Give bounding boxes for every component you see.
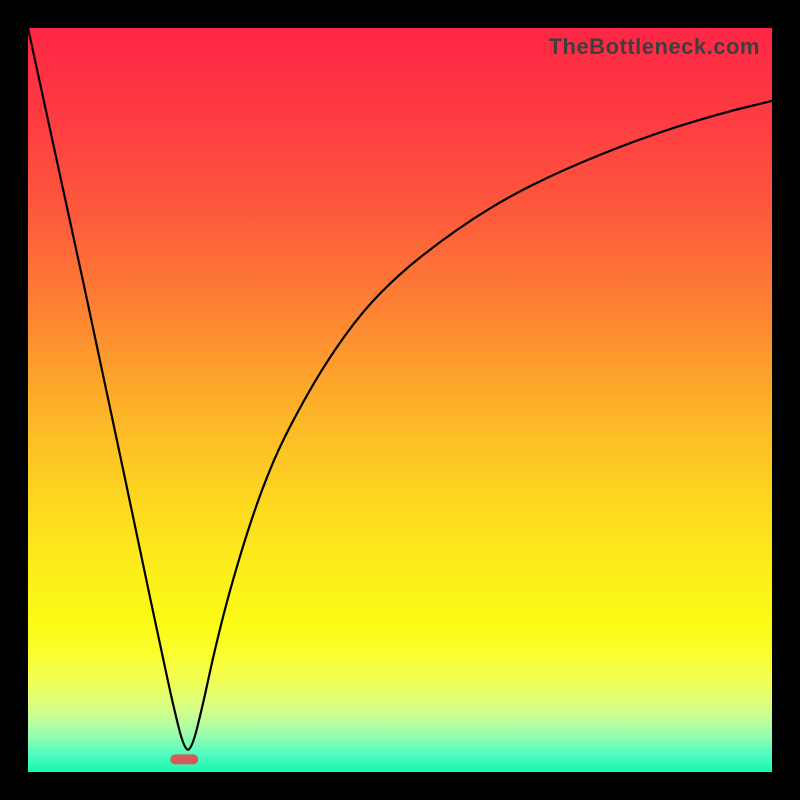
optimal-marker [170,754,198,764]
plot-area: TheBottleneck.com [28,28,772,772]
chart-frame: TheBottleneck.com [0,0,800,800]
gradient-background [28,28,772,772]
chart-svg [28,28,772,772]
watermark-text: TheBottleneck.com [549,34,760,60]
